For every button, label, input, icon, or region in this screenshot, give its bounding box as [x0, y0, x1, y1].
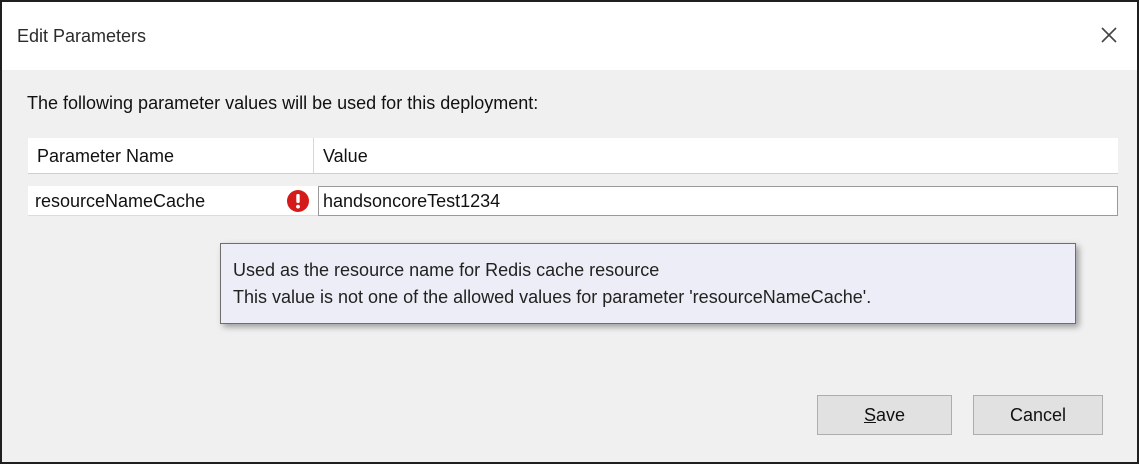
- parameter-name-cell: resourceNameCache: [35, 191, 206, 211]
- edit-parameters-dialog: Edit Parameters The following parameter …: [0, 0, 1139, 464]
- column-header-parameter-name[interactable]: Parameter Name: [28, 138, 314, 174]
- close-icon[interactable]: [1094, 20, 1124, 50]
- table-row: resourceNameCache: [28, 186, 1118, 216]
- column-header-value[interactable]: Value: [314, 138, 1118, 174]
- validation-tooltip: Used as the resource name for Redis cach…: [220, 243, 1076, 324]
- cancel-button[interactable]: Cancel: [973, 395, 1103, 435]
- title-bar: Edit Parameters: [2, 2, 1137, 70]
- save-button[interactable]: Save: [817, 395, 952, 435]
- dialog-content: The following parameter values will be u…: [2, 70, 1137, 462]
- tooltip-error-message: This value is not one of the allowed val…: [233, 287, 872, 307]
- dialog-title: Edit Parameters: [17, 26, 147, 46]
- error-icon: [286, 189, 310, 213]
- tooltip-description: Used as the resource name for Redis cach…: [233, 260, 660, 280]
- intro-text: The following parameter values will be u…: [27, 93, 539, 113]
- parameter-value-input[interactable]: [318, 186, 1118, 216]
- save-mnemonic: S: [863, 404, 876, 425]
- save-label: ave: [875, 404, 906, 425]
